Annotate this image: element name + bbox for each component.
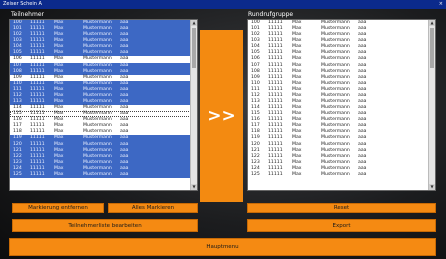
list-item-extra: aaa bbox=[120, 171, 129, 177]
transfer-button[interactable]: >> bbox=[200, 30, 243, 202]
window-titlebar: Zeiser Schein A × bbox=[0, 0, 446, 9]
main-menu-button[interactable]: Hauptmenu bbox=[9, 238, 436, 256]
select-all-button[interactable]: Alles Markieren bbox=[108, 203, 198, 213]
broadcast-group-label: Rundrufgruppe bbox=[248, 11, 294, 18]
list-item[interactable]: 125 11111 Max Mustermann aaa bbox=[10, 171, 197, 179]
participants-scrollbar[interactable]: ▲ ▼ bbox=[190, 20, 197, 190]
list-item-id: 125 bbox=[13, 171, 22, 177]
scroll-thumb[interactable] bbox=[192, 28, 196, 68]
window-title: Zeiser Schein A bbox=[3, 1, 42, 7]
reset-button[interactable]: Reset bbox=[247, 203, 436, 213]
clear-selection-button[interactable]: Markierung entfernen bbox=[12, 203, 104, 213]
list-item-last: Mustermann bbox=[83, 171, 112, 177]
scroll-thumb[interactable] bbox=[430, 28, 434, 68]
list-item[interactable]: 125 11111 Max Mustermann aaa bbox=[248, 172, 435, 178]
list-item-extra: aaa bbox=[358, 171, 367, 177]
broadcast-scrollbar[interactable]: ▲ ▼ bbox=[428, 20, 435, 190]
scroll-up-icon[interactable]: ▲ bbox=[429, 20, 435, 26]
scroll-up-icon[interactable]: ▲ bbox=[191, 20, 197, 26]
participants-label: Teilnehmer bbox=[11, 11, 44, 18]
list-item-code: 11111 bbox=[30, 171, 45, 177]
list-item-last: Mustermann bbox=[321, 171, 350, 177]
broadcast-group-list[interactable]: 100 11111 Max Mustermann aaa 101 11111 Max Muste… bbox=[247, 19, 436, 191]
scroll-down-icon[interactable]: ▼ bbox=[429, 184, 435, 190]
participants-list[interactable]: 100 11111 Max Mustermann aaa 101 11111 Max Muste… bbox=[9, 19, 198, 191]
list-item-id: 125 bbox=[251, 171, 260, 177]
edit-participant-list-button[interactable]: Teilnehmerliste bearbeiten bbox=[12, 219, 198, 232]
scroll-down-icon[interactable]: ▼ bbox=[191, 184, 197, 190]
close-icon[interactable]: × bbox=[439, 0, 443, 9]
list-item-first: Max bbox=[292, 171, 302, 177]
export-button[interactable]: Export bbox=[247, 219, 436, 232]
list-item-first: Max bbox=[54, 171, 64, 177]
list-item-code: 11111 bbox=[268, 171, 283, 177]
